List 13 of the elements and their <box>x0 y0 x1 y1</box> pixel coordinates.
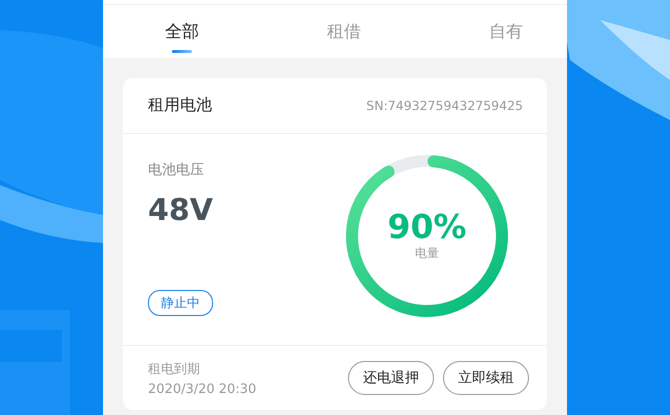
charge-percent: 90% <box>388 210 466 243</box>
expiry-label: 租电到期 <box>148 360 201 378</box>
voltage-value: 48V <box>148 193 213 228</box>
tab-indicator <box>172 50 192 53</box>
action-button[interactable]: 立即续租 <box>443 361 529 395</box>
serial-number: SN:74932759432759425 <box>366 98 523 113</box>
charge-label: 电量 <box>415 245 439 262</box>
action-button[interactable]: 还电退押 <box>348 361 434 395</box>
expiry-date: 2020/3/20 20:30 <box>148 382 256 396</box>
status-tag: 静止中 <box>148 290 213 316</box>
voltage-label: 电池电压 <box>148 161 205 179</box>
tab[interactable]: 全部 <box>161 5 203 58</box>
card-title: 租用电池 <box>148 95 212 116</box>
